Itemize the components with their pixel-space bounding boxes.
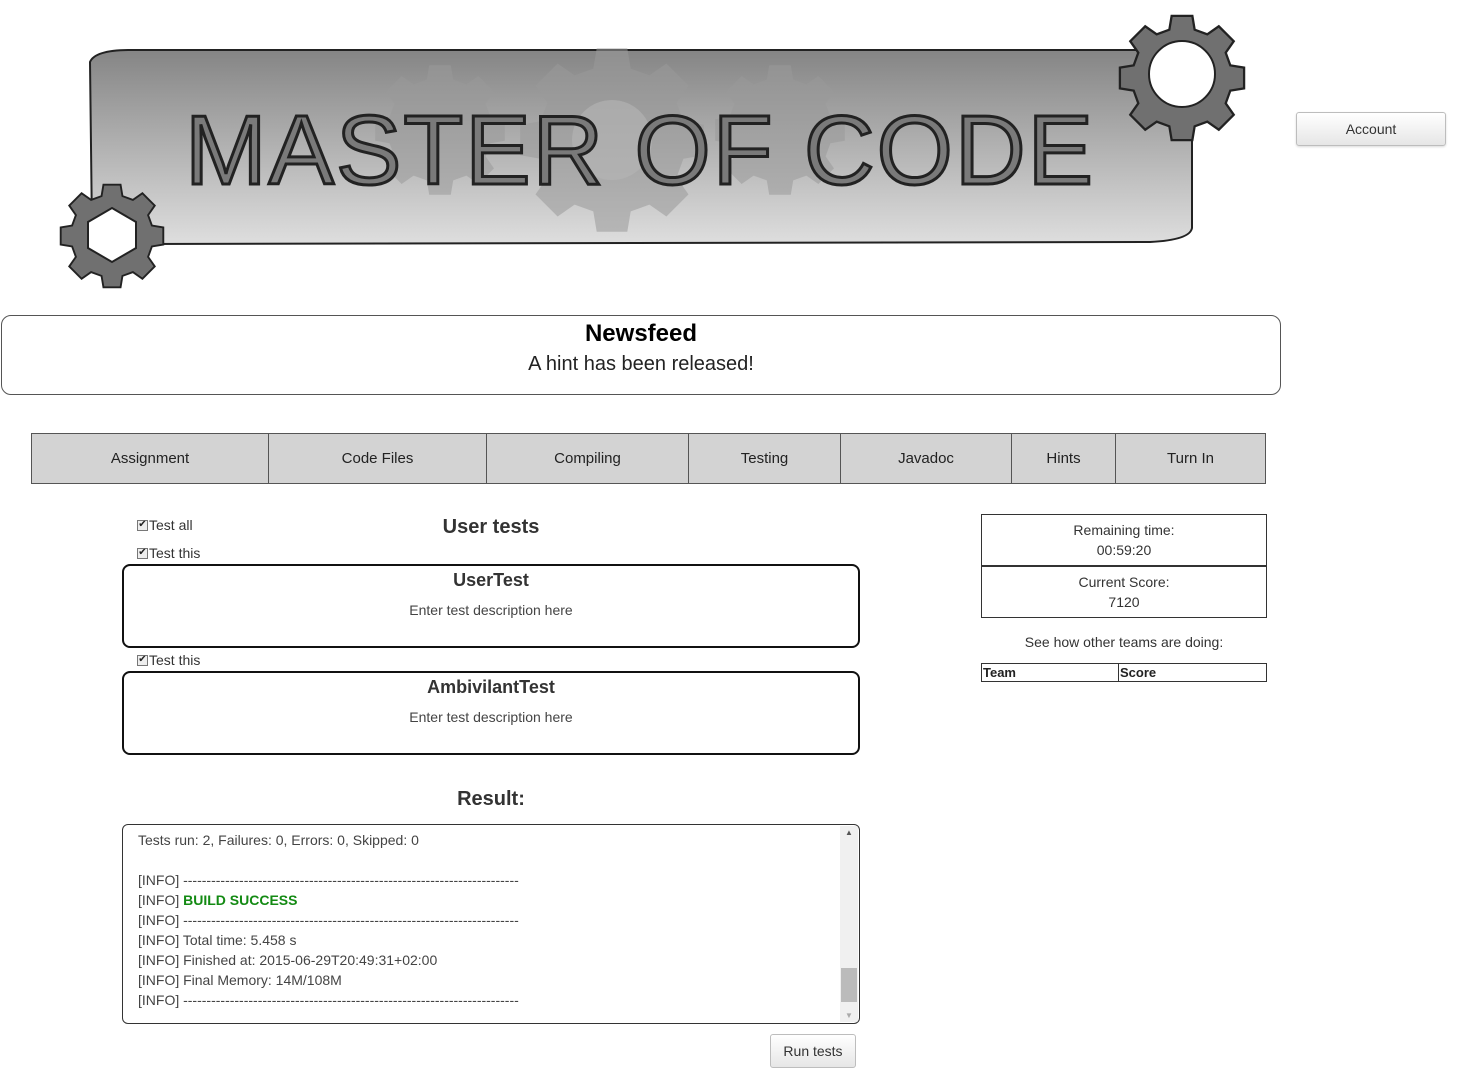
result-title: Result: xyxy=(457,788,525,810)
newsfeed-message: A hint has been released! xyxy=(528,353,754,375)
scroll-thumb[interactable] xyxy=(841,968,857,1002)
newsfeed-panel: Newsfeed A hint has been released! xyxy=(1,315,1281,395)
teams-table-header: Team Score xyxy=(981,663,1267,682)
remaining-time-label: Remaining time: xyxy=(1073,522,1175,538)
tab-turn-in[interactable]: Turn In xyxy=(1116,434,1265,483)
result-prefix: [INFO] xyxy=(138,892,184,908)
teams-table: Team Score xyxy=(981,663,1267,682)
build-success-text: BUILD SUCCESS xyxy=(183,892,298,908)
test-description: Enter test description here xyxy=(409,602,573,618)
scroll-down-arrow-icon[interactable]: ▼ xyxy=(840,1011,858,1020)
run-tests-button[interactable]: Run tests xyxy=(770,1034,856,1068)
logo-text: MASTER OF CODE xyxy=(185,95,1095,205)
result-text: Tests run: 2, Failures: 0, Errors: 0, Sk… xyxy=(138,830,519,1010)
remaining-time-box: Remaining time: 00:59:20 xyxy=(981,514,1267,566)
tab-compiling[interactable]: Compiling xyxy=(487,434,689,483)
result-line: [INFO] Final Memory: 14M/108M xyxy=(138,972,342,988)
logo-banner: MASTER OF CODE xyxy=(0,0,1290,300)
test-name: UserTest xyxy=(453,570,529,590)
tab-assignment[interactable]: Assignment xyxy=(32,434,269,483)
result-line: Tests run: 2, Failures: 0, Errors: 0, Sk… xyxy=(138,832,419,848)
test-card-usertest[interactable]: UserTest Enter test description here xyxy=(122,564,860,648)
result-scrollbar[interactable]: ▲ ▼ xyxy=(840,826,858,1022)
test-this-label: Test this xyxy=(149,652,201,668)
test-this-row: ✔ Test this xyxy=(137,545,200,561)
column-header-team: Team xyxy=(981,663,1119,682)
test-card-ambivilanttest[interactable]: AmbivilantTest Enter test description he… xyxy=(122,671,860,755)
newsfeed-title: Newsfeed xyxy=(584,320,698,347)
tab-bar: Assignment Code Files Compiling Testing … xyxy=(31,433,1266,484)
scroll-up-arrow-icon[interactable]: ▲ xyxy=(840,828,858,837)
tab-testing[interactable]: Testing xyxy=(689,434,841,483)
current-score-label: Current Score: xyxy=(1078,574,1170,590)
teams-caption: See how other teams are doing: xyxy=(1024,634,1224,650)
user-tests-title: User tests xyxy=(442,516,540,538)
tab-javadoc[interactable]: Javadoc xyxy=(841,434,1012,483)
result-line: [INFO] ---------------------------------… xyxy=(138,912,519,928)
result-line: [INFO] ---------------------------------… xyxy=(138,872,519,888)
result-line: [INFO] ---------------------------------… xyxy=(138,992,519,1008)
current-score-value: 7120 xyxy=(1108,594,1140,610)
test-this-label: Test this xyxy=(149,545,201,561)
remaining-time-value: 00:59:20 xyxy=(1096,542,1152,558)
test-this-row: ✔ Test this xyxy=(137,652,200,668)
account-button[interactable]: Account xyxy=(1296,112,1446,146)
result-output[interactable]: Tests run: 2, Failures: 0, Errors: 0, Sk… xyxy=(122,824,860,1024)
column-header-score: Score xyxy=(1118,663,1267,682)
tab-code-files[interactable]: Code Files xyxy=(269,434,487,483)
test-this-checkbox[interactable]: ✔ xyxy=(137,654,148,666)
result-line: [INFO] Total time: 5.458 s xyxy=(138,932,297,948)
test-this-checkbox[interactable]: ✔ xyxy=(137,547,148,559)
tab-hints[interactable]: Hints xyxy=(1012,434,1116,483)
result-line xyxy=(138,850,519,870)
current-score-box: Current Score: 7120 xyxy=(981,566,1267,618)
test-name: AmbivilantTest xyxy=(427,677,555,697)
result-line: [INFO] Finished at: 2015-06-29T20:49:31+… xyxy=(138,952,438,968)
result-line-build-success: [INFO] BUILD SUCCESS xyxy=(138,890,519,910)
test-description: Enter test description here xyxy=(409,709,573,725)
